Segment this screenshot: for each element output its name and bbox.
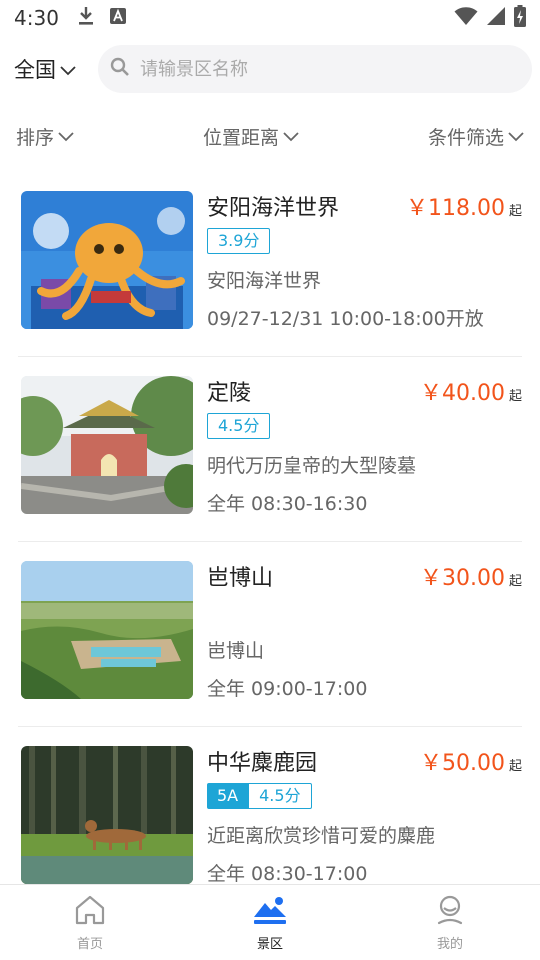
scenic-icon xyxy=(252,893,288,931)
price: ￥30.00 起 xyxy=(420,560,522,592)
scenic-list: 安阳海洋世界 ￥118.00 起 3.9分 安阳海洋世界 09/27-12/31… xyxy=(0,172,540,912)
price-value: ￥118.00 xyxy=(406,196,505,221)
scenic-photo xyxy=(21,746,193,884)
bottom-nav: 首页 景区 我的 xyxy=(0,884,540,960)
level-badge: 5A xyxy=(207,783,249,809)
price-suffix: 起 xyxy=(508,389,522,404)
nav-label: 首页 xyxy=(76,937,103,952)
signal-icon xyxy=(486,6,506,30)
price: ￥50.00 起 xyxy=(420,745,522,777)
profile-icon xyxy=(433,893,467,931)
search-box[interactable] xyxy=(98,45,532,93)
scenic-card[interactable]: 定陵 ￥40.00 起 4.5分 明代万历皇帝的大型陵墓 全年 08:30-16… xyxy=(18,357,522,542)
status-time: 4:30 xyxy=(14,6,59,30)
scenic-card[interactable]: 岜博山 ￥30.00 起 岜博山 全年 09:00-17:00 xyxy=(18,542,522,727)
price-value: ￥40.00 xyxy=(420,381,505,406)
scenic-title: 定陵 xyxy=(207,381,252,406)
nav-label: 我的 xyxy=(436,937,463,952)
badges: 3.9分 xyxy=(207,228,271,254)
scenic-title: 安阳海洋世界 xyxy=(207,196,340,221)
search-input[interactable] xyxy=(140,58,520,80)
price-value: ￥30.00 xyxy=(420,566,505,591)
filter-label: 位置距离 xyxy=(202,126,279,149)
badges: 4.5分 xyxy=(207,413,271,439)
filter-distance[interactable]: 位置距离 xyxy=(203,123,299,150)
score-badge: 4.5分 xyxy=(248,783,312,809)
scenic-title: 中华麋鹿园 xyxy=(207,751,318,776)
scenic-card[interactable]: 安阳海洋世界 ￥118.00 起 3.9分 安阳海洋世界 09/27-12/31… xyxy=(18,172,522,357)
app-notification-icon xyxy=(109,7,127,29)
opening-hours: 全年 09:00-17:00 xyxy=(207,678,368,700)
home-icon xyxy=(73,893,107,931)
search-row: 全国 xyxy=(0,44,540,94)
nav-profile[interactable]: 我的 xyxy=(360,885,540,960)
price-suffix: 起 xyxy=(508,574,522,589)
price-suffix: 起 xyxy=(508,204,522,219)
filter-label: 排序 xyxy=(16,126,55,149)
scenic-description: 近距离欣赏珍惜可爱的麋鹿 xyxy=(207,825,436,847)
scenic-photo xyxy=(21,376,193,514)
download-icon xyxy=(77,6,95,30)
score-badge: 3.9分 xyxy=(207,228,271,254)
wifi-icon xyxy=(454,6,478,30)
filter-bar: 排序 位置距离 条件筛选 xyxy=(0,116,540,156)
chevron-down-icon xyxy=(508,125,524,147)
nav-scenic[interactable]: 景区 xyxy=(180,885,360,960)
opening-hours: 09/27-12/31 10:00-18:00开放 xyxy=(207,308,484,330)
filter-label: 条件筛选 xyxy=(427,126,504,149)
scenic-description: 明代万历皇帝的大型陵墓 xyxy=(207,455,417,477)
price: ￥40.00 起 xyxy=(420,375,522,407)
opening-hours: 全年 08:30-16:30 xyxy=(207,493,368,515)
scenic-title: 岜博山 xyxy=(207,566,274,591)
search-icon xyxy=(110,57,130,81)
status-bar: 4:30 xyxy=(0,0,540,36)
region-label: 全国 xyxy=(14,58,56,82)
region-select[interactable]: 全国 xyxy=(14,54,98,84)
opening-hours: 全年 08:30-17:00 xyxy=(207,863,368,885)
score-badge: 4.5分 xyxy=(207,413,271,439)
filter-conditions[interactable]: 条件筛选 xyxy=(428,123,524,150)
scenic-photo xyxy=(21,561,193,699)
nav-label: 景区 xyxy=(256,937,283,952)
price: ￥118.00 起 xyxy=(406,190,522,222)
scenic-description: 岜博山 xyxy=(207,640,265,662)
filter-sort[interactable]: 排序 xyxy=(16,123,74,150)
chevron-down-icon xyxy=(60,57,76,81)
chevron-down-icon xyxy=(58,125,74,147)
scenic-description: 安阳海洋世界 xyxy=(207,270,322,292)
scenic-photo xyxy=(21,191,193,329)
price-suffix: 起 xyxy=(508,759,522,774)
badges: 5A 4.5分 xyxy=(207,783,312,809)
nav-home[interactable]: 首页 xyxy=(0,885,180,960)
battery-icon xyxy=(514,5,526,31)
price-value: ￥50.00 xyxy=(420,751,505,776)
chevron-down-icon xyxy=(283,125,299,147)
